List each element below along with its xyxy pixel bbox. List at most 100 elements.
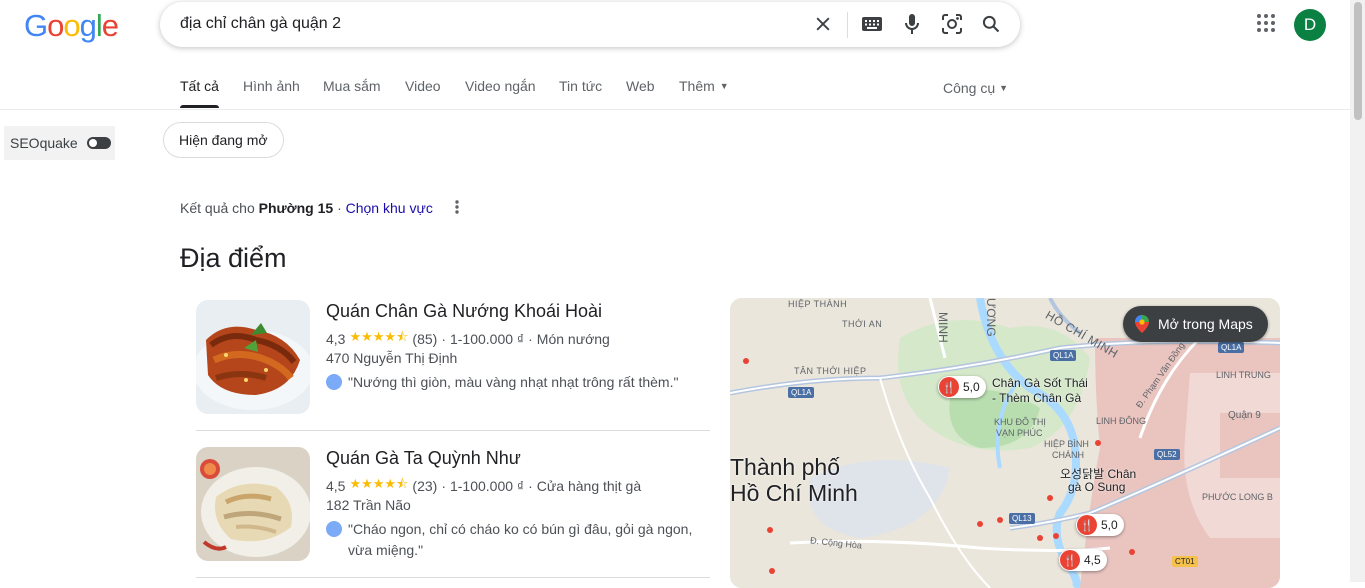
tab-more[interactable]: Thêm ▼ [679,78,729,94]
caret-down-icon: ▼ [999,83,1009,93]
scrollbar-thumb[interactable] [1354,2,1362,120]
restaurant-icon: 🍴 [939,377,959,397]
star-rating-icon: ★★★★⯪ [349,329,409,344]
place-address: 182 Trần Não [326,497,411,513]
seoquake-panel: SEOquake [4,126,115,160]
location-prefix: Kết quả cho [180,200,255,216]
tab-videos[interactable]: Video [405,78,441,94]
tab-web[interactable]: Web [626,78,655,94]
map-label: VẠN PHÚC [996,428,1043,438]
restaurant-icon: 🍴 [1060,550,1080,570]
map-pin-rating: 5,0 [1101,518,1118,532]
place-review: "Nướng thì giòn, màu vàng nhạt nhạt trôn… [326,372,706,393]
road-shield: QL13 [1009,513,1035,524]
apps-grid-icon[interactable] [1256,13,1278,35]
map-label: ƯƠNG [984,298,998,337]
tab-all[interactable]: Tất cả [180,78,219,108]
meta-separator: · [528,331,533,347]
map-label: HIỆP THÀNH [788,299,848,309]
road-shield: QL1A [788,387,815,398]
map-label: Thành phố [730,454,840,480]
place-rating: 4,5 [326,478,346,494]
map-label: THỚI AN [842,319,883,329]
place-divider [196,577,710,578]
meta-separator: · [441,478,446,494]
keyboard-icon[interactable] [860,12,884,36]
tab-shopping[interactable]: Mua sắm [323,78,381,94]
place-review-count: (23) [412,478,438,494]
more-options-icon[interactable] [451,199,463,220]
tools-button[interactable]: Công cụ ▼ [943,80,1008,96]
map-label: TÂN THỚI HIỆP [794,366,867,376]
review-text: "Cháo ngon, chỉ có cháo ko có bún gì đâu… [348,521,693,558]
search-divider [847,12,848,38]
places-heading: Địa điểm [180,243,287,273]
map-pin[interactable]: 🍴 5,0 [938,376,986,398]
tabs-divider [0,109,1350,110]
review-text: "Nướng thì giòn, màu vàng nhạt nhạt trôn… [348,374,679,390]
reviewer-avatar-icon [326,374,342,390]
lens-icon[interactable] [940,12,964,36]
map-pin-rating: 5,0 [963,380,980,394]
location-separator: · [337,200,342,216]
maps-pin-icon [1135,315,1149,333]
place-category: Cửa hàng thịt gà [536,478,642,494]
seoquake-toggle[interactable] [86,137,111,149]
place-rating: 4,3 [326,331,346,347]
search-icon[interactable] [979,12,1003,36]
map-label: Chân Gà Sốt Thái [992,376,1088,390]
map-label: PHƯỚC LONG B [1202,492,1273,502]
place-meta: 4,3 ★★★★⯪ (85) · 1-100.000 ₫ · Món nướng [326,328,610,350]
map-label: HIỆP BÌNH [1044,439,1089,449]
tools-label: Công cụ [943,80,996,96]
tab-more-label: Thêm [679,78,715,94]
road-shield: QL1A [1050,350,1077,361]
place-divider [196,430,710,431]
open-in-maps-button[interactable]: Mở trong Maps [1123,306,1268,342]
map-label: Hồ Chí Minh [730,480,858,506]
place-name[interactable]: Quán Chân Gà Nướng Khoái Hoài [326,301,602,322]
tab-news[interactable]: Tin tức [559,78,602,94]
map-label: - Thèm Chân Gà [992,391,1082,405]
meta-separator: · [441,331,446,347]
place-category: Món nướng [536,331,610,347]
map-label: KHU ĐÔ THỊ [994,417,1046,427]
road-shield: QL52 [1154,449,1180,460]
reviewer-avatar-icon [326,521,342,537]
place-address: 470 Nguyễn Thị Định [326,350,458,366]
place-review-count: (85) [412,331,438,347]
open-now-chip[interactable]: Hiện đang mở [163,122,284,158]
place-photo[interactable] [196,447,310,561]
map-label: LINH TRUNG [1216,370,1271,380]
seoquake-label: SEOquake [10,135,78,151]
map-label: LINH ĐÔNG [1096,416,1147,426]
map-pin[interactable]: 🍴 5,0 [1076,514,1124,536]
tab-short-videos[interactable]: Video ngắn [465,78,536,94]
open-in-maps-label: Mở trong Maps [1158,316,1253,332]
google-logo[interactable]: Google [24,8,119,44]
meta-separator: · [528,478,533,494]
map-pin-rating: 4,5 [1084,553,1101,567]
caret-down-icon: ▼ [719,81,729,91]
choose-area-link[interactable]: Chọn khu vực [346,200,433,216]
search-input[interactable]: địa chỉ chân gà quận 2 [180,15,341,33]
star-rating-icon: ★★★★⯪ [349,476,409,491]
road-shield: QL1A [1218,342,1245,353]
map-label: gà O Sung [1068,480,1126,494]
clear-icon[interactable] [811,12,835,36]
map-label: Quận 9 [1228,410,1261,421]
place-meta: 4,5 ★★★★⯪ (23) · 1-100.000 ₫ · Cửa hàng … [326,475,641,497]
location-line: Kết quả cho Phường 15 · Chọn khu vực [180,200,433,216]
map-pin[interactable]: 🍴 4,5 [1059,549,1107,571]
place-photo[interactable] [196,300,310,414]
search-box[interactable]: địa chỉ chân gà quận 2 [160,2,1020,47]
map-label: MINH [936,312,950,343]
location-area: Phường 15 [258,200,334,216]
place-price: 1-100.000 ₫ [449,331,525,347]
place-name[interactable]: Quán Gà Ta Quỳnh Như [326,448,521,469]
microphone-icon[interactable] [900,12,924,36]
place-review: "Cháo ngon, chỉ có cháo ko có bún gì đâu… [326,519,706,561]
tab-images[interactable]: Hình ảnh [243,78,300,94]
map-label: CHÁNH [1052,450,1085,460]
account-avatar[interactable]: D [1294,9,1326,41]
